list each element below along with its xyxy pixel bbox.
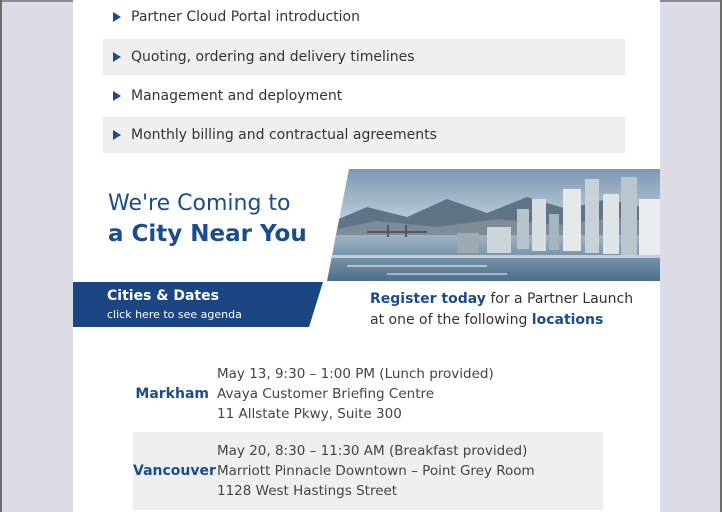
register-today-strong: Register today — [370, 291, 486, 307]
register-text: Register today for a Partner Launch at o… — [370, 289, 650, 331]
list-item: Monthly billing and contractual agreemen… — [103, 117, 625, 153]
location-city: Markham — [135, 386, 209, 402]
agenda-list: Partner Cloud Portal introduction Quotin… — [103, 0, 625, 156]
location-address: 11 Allstate Pkwy, Suite 300 — [217, 406, 402, 422]
list-item-label: Partner Cloud Portal introduction — [131, 9, 360, 25]
see-agenda-link[interactable]: click here to see agenda — [107, 308, 242, 321]
location-row-vancouver: Vancouver May 20, 8:30 – 11:30 AM (Break… — [133, 432, 603, 510]
list-item: Partner Cloud Portal introduction — [103, 0, 625, 36]
location-date: May 13, 9:30 – 1:00 PM (Lunch provided) — [217, 366, 494, 382]
cities-dates-title[interactable]: Cities & Dates — [107, 288, 219, 304]
location-row-markham: Markham May 13, 9:30 – 1:00 PM (Lunch pr… — [133, 355, 603, 433]
triangle-bullet-icon — [113, 52, 121, 62]
cities-dates-link[interactable]: Cities & Dates click here to see agenda — [73, 282, 323, 327]
location-details: May 20, 8:30 – 11:30 AM (Breakfast provi… — [217, 441, 535, 501]
locations-strong: locations — [531, 312, 604, 328]
hero-banner: We're Coming to a City Near You — [73, 169, 660, 281]
location-address: 1128 West Hastings Street — [217, 483, 398, 499]
list-item: Management and deployment — [103, 78, 625, 114]
location-city: Vancouver — [133, 463, 216, 479]
list-item: Quoting, ordering and delivery timelines — [103, 39, 625, 75]
city-skyline-image — [327, 169, 660, 281]
triangle-bullet-icon — [113, 12, 121, 22]
triangle-bullet-icon — [113, 91, 121, 101]
location-venue: Avaya Customer Briefing Centre — [217, 386, 435, 402]
list-item-label: Monthly billing and contractual agreemen… — [131, 127, 437, 143]
list-item-label: Management and deployment — [131, 88, 343, 104]
email-content: Partner Cloud Portal introduction Quotin… — [73, 0, 660, 512]
list-item-label: Quoting, ordering and delivery timelines — [131, 49, 415, 65]
location-details: May 13, 9:30 – 1:00 PM (Lunch provided) … — [217, 364, 494, 424]
register-text-part1: for a Partner Launch — [485, 291, 634, 307]
hero-title-line1: We're Coming to — [108, 191, 291, 216]
location-date: May 20, 8:30 – 11:30 AM (Breakfast provi… — [217, 443, 528, 459]
frame-left-border — [0, 0, 2, 512]
register-text-part2: at one of the following — [370, 312, 532, 328]
triangle-bullet-icon — [113, 130, 121, 140]
page-frame: Partner Cloud Portal introduction Quotin… — [0, 0, 722, 512]
location-venue: Marriott Pinnacle Downtown – Point Grey … — [217, 463, 535, 479]
hero-title-line2: a City Near You — [108, 221, 307, 247]
